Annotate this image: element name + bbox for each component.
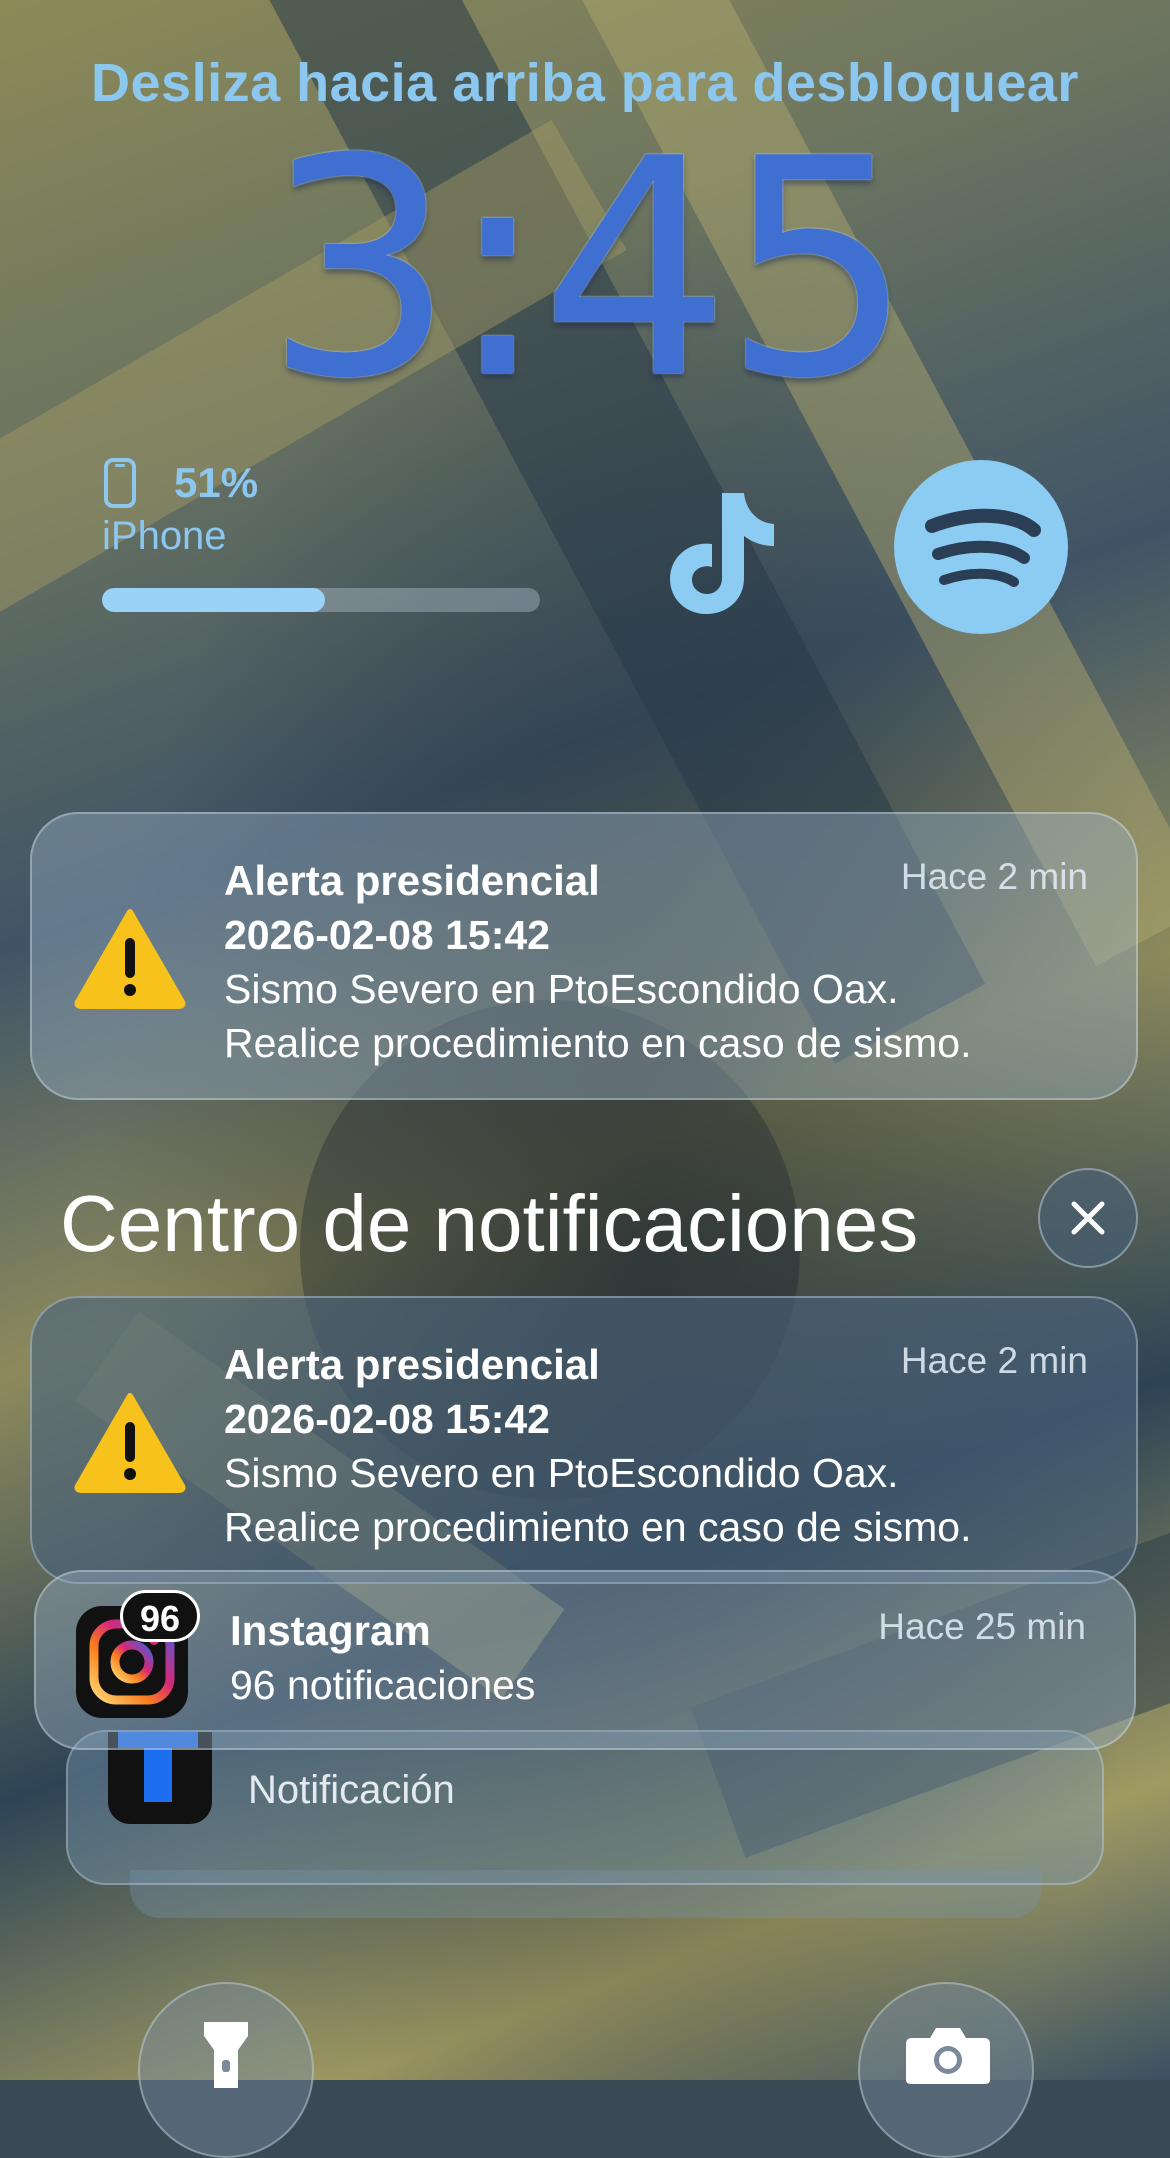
notification-message: Sismo Severo en PtoEscondido Oax. xyxy=(224,1450,899,1496)
notification-stack-item[interactable]: Notificación xyxy=(66,1730,1104,1885)
iphone-icon xyxy=(102,458,140,508)
notification-message: Realice procedimiento en caso de sismo. xyxy=(224,1020,972,1066)
instagram-notification[interactable]: 96 Instagram 96 notificaciones Hace 25 m… xyxy=(34,1570,1136,1750)
battery-level-fill xyxy=(102,588,326,612)
warning-icon xyxy=(74,906,186,1010)
notification-datetime: 2026-02-08 15:42 xyxy=(224,912,550,958)
camera-icon xyxy=(904,2024,992,2089)
pinned-alert-notification[interactable]: Alerta presidencial 2026-02-08 15:42 Sis… xyxy=(30,812,1138,1100)
notification-datetime: 2026-02-08 15:42 xyxy=(224,1396,550,1442)
notification-count-badge: 96 xyxy=(120,1590,200,1642)
notification-title: Instagram xyxy=(230,1607,431,1654)
flashlight-button[interactable] xyxy=(138,1982,314,2158)
notification-message: Realice procedimiento en caso de sismo. xyxy=(224,1504,972,1550)
spotify-icon[interactable] xyxy=(894,460,1068,634)
notification-time: Hace 2 min xyxy=(900,1340,1088,1381)
warning-icon xyxy=(74,1390,186,1494)
battery-percent: 51% xyxy=(174,459,259,506)
close-icon[interactable] xyxy=(1038,1168,1138,1268)
notification-time: Hace 2 min xyxy=(900,856,1088,897)
battery-level-bar xyxy=(102,588,540,612)
notification-summary: 96 notificaciones xyxy=(230,1662,536,1708)
notification-center-title: Centro de notificaciones xyxy=(60,1179,919,1268)
notification-message: Sismo Severo en PtoEscondido Oax. xyxy=(224,966,899,1012)
notification-time: Hace 25 min xyxy=(878,1606,1086,1647)
camera-button[interactable] xyxy=(858,1982,1034,2158)
notification-summary: Notificación xyxy=(248,1768,455,1812)
lock-clock: 3:45 xyxy=(264,95,914,444)
flashlight-icon xyxy=(198,2018,254,2093)
tiktok-icon[interactable] xyxy=(660,485,780,615)
battery-widget[interactable]: 51% iPhone xyxy=(102,458,542,618)
alert-notification[interactable]: Alerta presidencial 2026-02-08 15:42 Sis… xyxy=(30,1296,1138,1584)
battery-device-name: iPhone xyxy=(102,514,227,558)
